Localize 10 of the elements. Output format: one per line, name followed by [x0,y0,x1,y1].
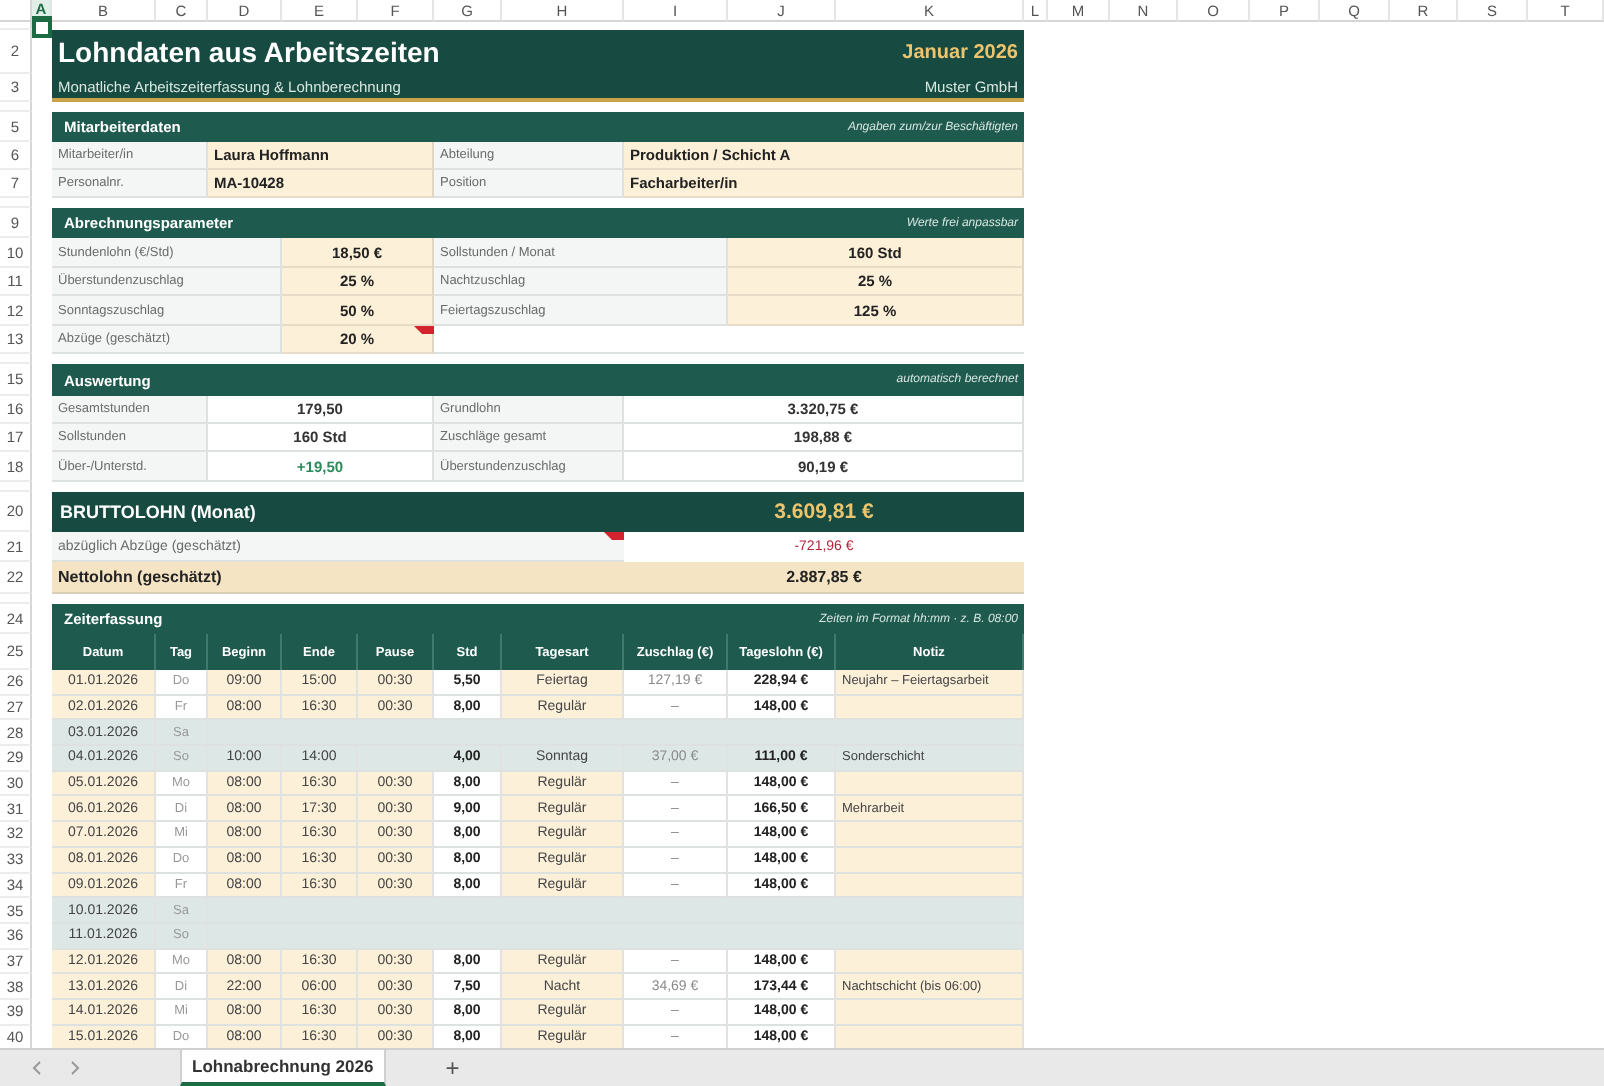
gross-pay-label: BRUTTOLOHN (Monat) [52,492,624,532]
sheet-title: Lohndaten aus Arbeitszeiten [52,30,624,74]
net-pay-label: Nettolohn (geschätzt) [52,562,624,594]
add-sheet-button[interactable]: + [441,1050,464,1086]
net-pay-value: 2.887,85 € [624,562,1024,594]
sheet-tab[interactable]: Lohnabrechnung 2026 [180,1050,386,1086]
month-label: Januar 2026 [624,30,1024,74]
chevron-right-icon[interactable] [70,1060,80,1076]
gross-pay-value: 3.609,81 € [624,492,1024,532]
chevron-left-icon[interactable] [32,1060,42,1076]
